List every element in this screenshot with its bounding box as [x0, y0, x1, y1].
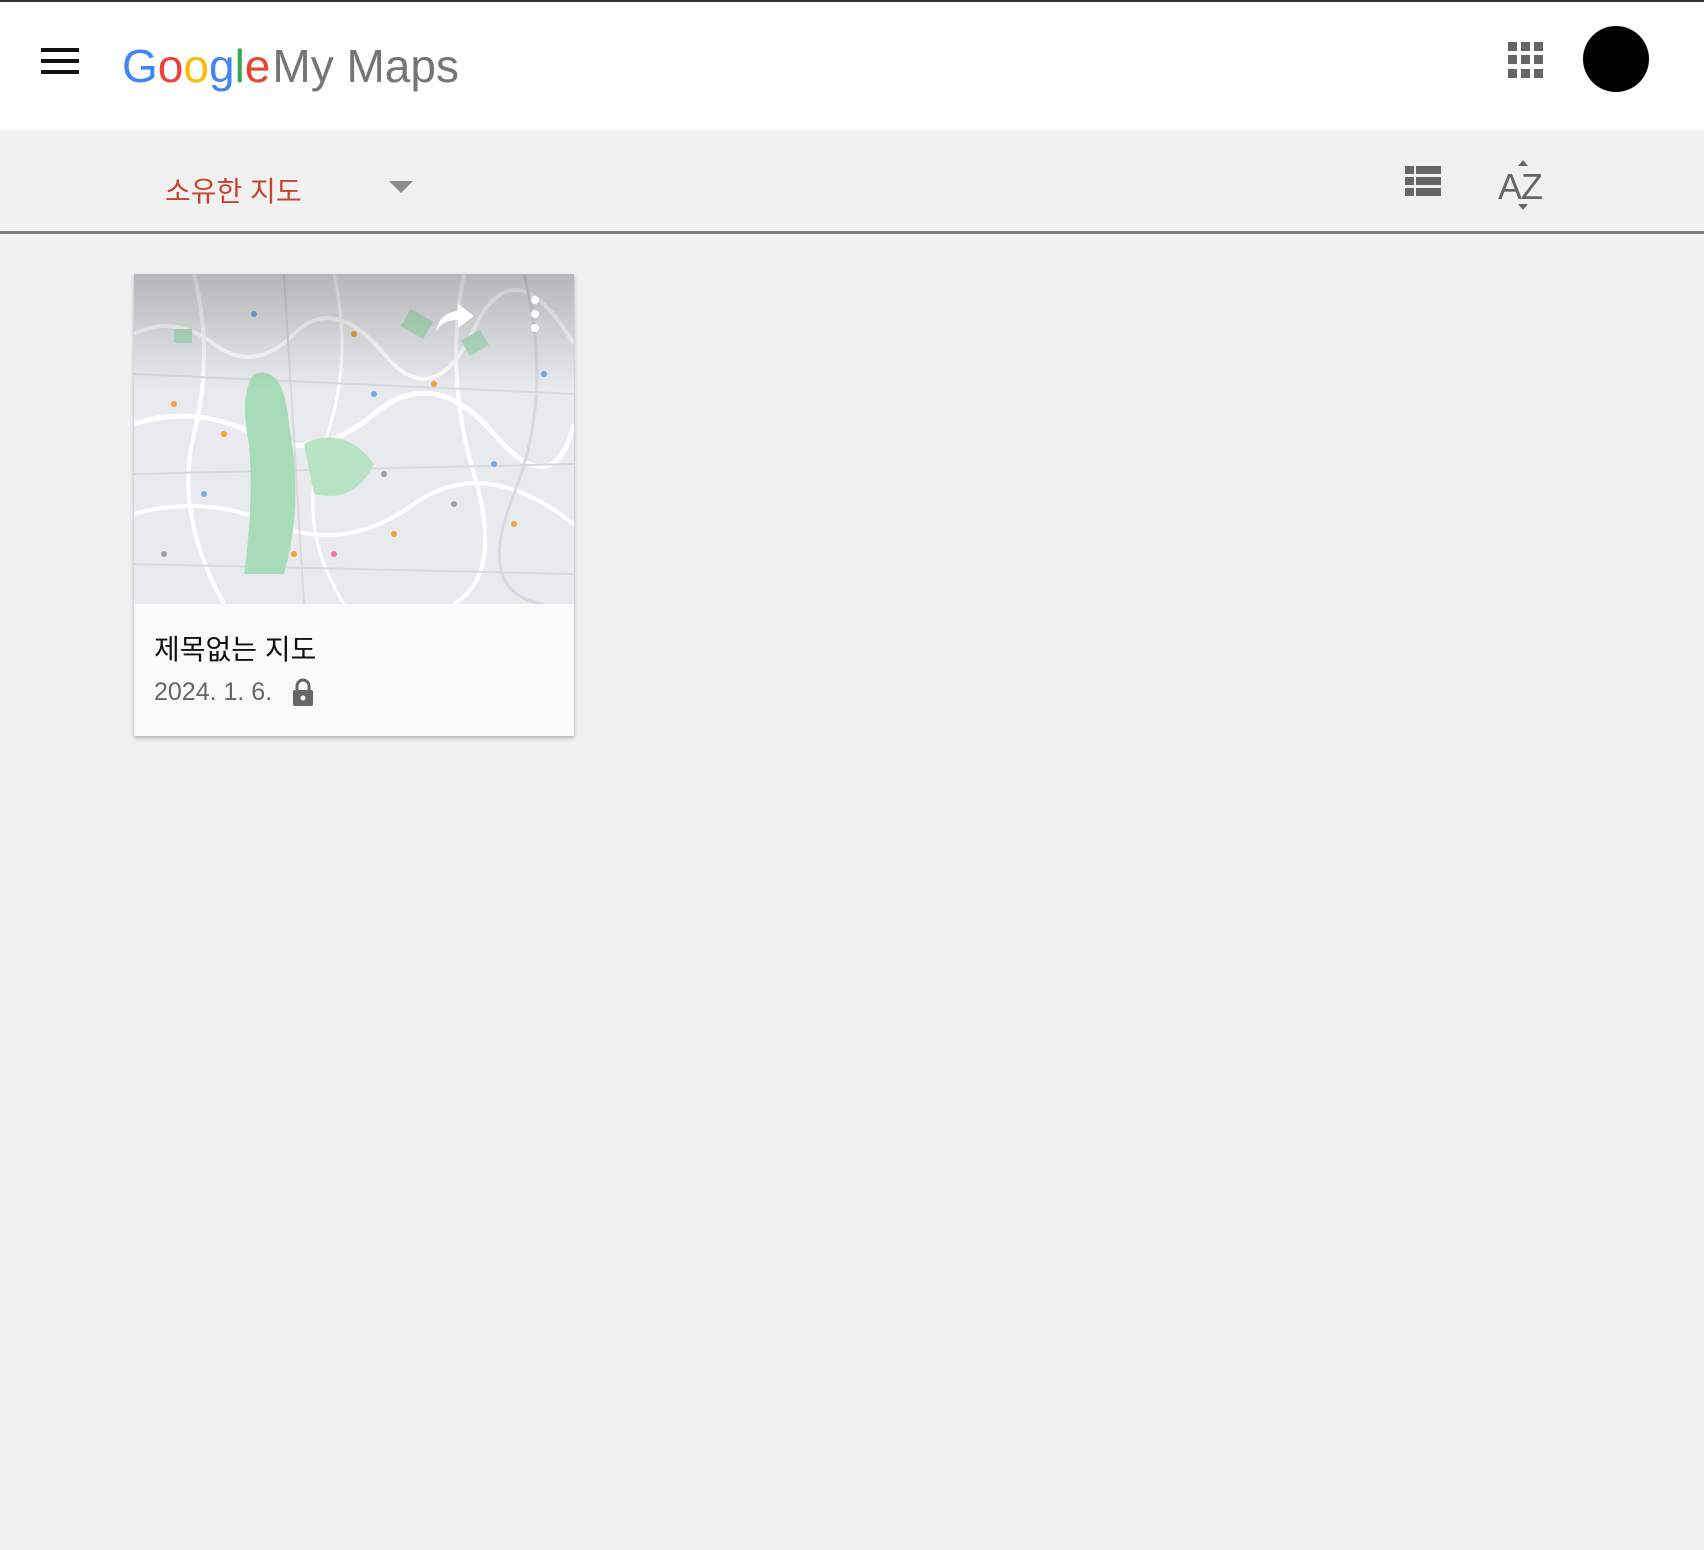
lock-icon — [292, 678, 314, 706]
map-date: 2024. 1. 6. — [154, 677, 273, 706]
logo-letter: g — [208, 40, 235, 92]
map-preview-image — [134, 274, 574, 604]
list-view-icon[interactable] — [1405, 166, 1445, 200]
share-arrow-icon[interactable] — [432, 298, 478, 338]
logo-letter: l — [234, 40, 245, 92]
logo-letter: o — [157, 40, 184, 92]
logo-letter: e — [244, 40, 271, 92]
maps-toolbar: 소유한 지도 AZ — [0, 130, 1704, 234]
app-header: Google My Maps — [0, 0, 1704, 130]
sort-az-icon[interactable]: AZ — [1496, 160, 1544, 210]
map-meta: 2024. 1. 6. — [154, 676, 314, 708]
map-thumbnail[interactable] — [134, 274, 574, 604]
logo-letter: o — [183, 40, 209, 92]
more-vert-icon[interactable] — [520, 294, 550, 338]
avatar[interactable] — [1583, 26, 1649, 92]
product-name: My Maps — [272, 40, 459, 92]
sort-label: AZ — [1498, 166, 1543, 207]
logo-letter: G — [122, 40, 158, 92]
filter-label: 소유한 지도 — [165, 176, 302, 207]
my-maps-logo[interactable]: Google My Maps — [122, 38, 459, 94]
google-logo: Google — [122, 38, 270, 94]
map-card[interactable]: 제목없는 지도 2024. 1. 6. — [134, 274, 574, 736]
hamburger-menu-icon[interactable] — [36, 42, 84, 82]
owned-maps-filter-dropdown[interactable]: 소유한 지도 — [165, 166, 425, 207]
map-title[interactable]: 제목없는 지도 — [154, 628, 316, 668]
apps-grid-icon[interactable] — [1508, 42, 1544, 78]
